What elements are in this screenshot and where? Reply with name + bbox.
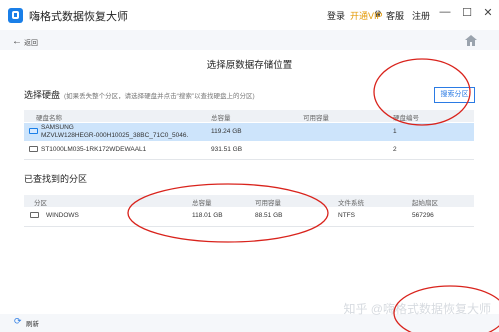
partition-free: 88.51 GB — [255, 212, 283, 219]
col-disk-name: 硬盘名称 — [36, 115, 62, 122]
home-icon[interactable] — [465, 35, 477, 46]
disk-number: 2 — [393, 146, 397, 153]
login-link[interactable]: 登录 — [327, 9, 345, 22]
disk-number: 1 — [393, 128, 397, 135]
disk-section-title: 选择硬盘 — [24, 90, 61, 100]
disk-section-header: 选择硬盘 (如果丢失整个分区，请选择硬盘并点击“搜索”以查找硬盘上的分区) — [24, 88, 255, 101]
service-link[interactable]: 客服 — [386, 9, 404, 22]
partition-start-sector: 567296 — [412, 212, 434, 219]
partition-section-title: 已查找到的分区 — [24, 174, 88, 184]
col-disk-number: 硬盘编号 — [393, 115, 419, 122]
maximize-button[interactable]: ☐ — [459, 6, 475, 22]
refresh-button[interactable]: 刷新 — [26, 318, 39, 328]
refresh-icon[interactable]: ⟳ — [14, 316, 22, 327]
nav-bar — [0, 30, 499, 50]
col-filesystem: 文件系统 — [338, 200, 364, 207]
disk-row[interactable]: SAMSUNG MZVLW128HEGR-000H10025_38BC_71C0… — [24, 123, 474, 141]
partition-name: WINDOWS — [46, 212, 79, 219]
vip-link[interactable]: 开通VIP — [350, 9, 383, 22]
col-free: 可用容量 — [303, 115, 329, 122]
partition-total: 118.01 GB — [192, 212, 223, 219]
disk-row[interactable]: ST1000LM035-1RK172WDEWAAL1 931.51 GB 2 — [24, 143, 474, 157]
back-link[interactable]: 返回 — [24, 38, 38, 48]
partition-row[interactable]: WINDOWS 118.01 GB 88.51 GB NTFS 567296 — [24, 209, 474, 223]
divider — [24, 159, 474, 160]
disk-name-line1: ST1000LM035-1RK172WDEWAAL1 — [41, 146, 147, 153]
search-partitions-button[interactable]: 搜索分区 — [434, 87, 475, 103]
disk-name-line1: SAMSUNG — [41, 124, 74, 131]
disk-total: 931.51 GB — [211, 146, 243, 153]
watermark-text: 知乎 @嗨格式数据恢复大师 — [343, 302, 491, 316]
disk-section-hint: (如果丢失整个分区，请选择硬盘并点击“搜索”以查找硬盘上的分区) — [64, 93, 255, 100]
back-arrow-icon[interactable]: ← — [12, 36, 22, 47]
partition-filesystem: NTFS — [338, 212, 355, 219]
disk-total: 119.24 GB — [211, 128, 242, 135]
partition-drive-icon — [30, 212, 39, 218]
hard-disk-icon — [29, 128, 38, 134]
register-link[interactable]: 注册 — [412, 9, 430, 22]
col-start-sector: 起始扇区 — [412, 200, 438, 207]
divider — [24, 226, 474, 227]
close-button[interactable]: ✕ — [480, 6, 496, 22]
disk-name-line2: MZVLW128HEGR-000H10025_38BC_71C0_5046. — [41, 132, 189, 139]
page-title: 选择原数据存储位置 — [206, 60, 293, 71]
minimize-button[interactable]: — — [437, 6, 453, 22]
app-logo-icon — [8, 8, 23, 23]
col-total: 总容量 — [192, 200, 212, 207]
disk-table-header: 硬盘名称 总容量 可用容量 硬盘编号 — [24, 110, 474, 122]
hard-disk-icon — [29, 146, 38, 152]
col-partition: 分区 — [34, 200, 47, 207]
partition-table-header: 分区 总容量 可用容量 文件系统 起始扇区 — [24, 195, 474, 207]
col-total: 总容量 — [211, 115, 231, 122]
app-title: 嗨格式数据恢复大师 — [29, 11, 128, 23]
col-free: 可用容量 — [255, 200, 281, 207]
title-bar: 嗨格式数据恢复大师 登录 ♛ 开通VIP 客服 注册 — ☐ ✕ — [0, 0, 499, 30]
